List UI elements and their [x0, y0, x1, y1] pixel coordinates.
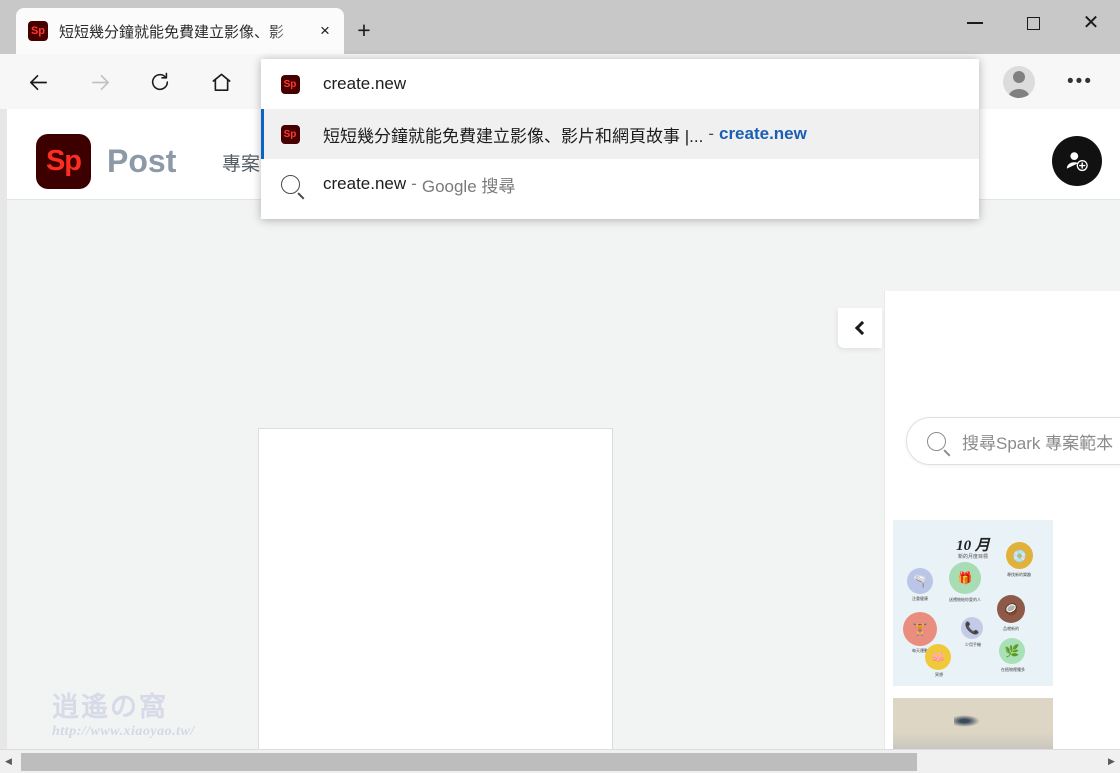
- forward-arrow-icon: [91, 74, 109, 90]
- tab-title: 短短幾分鐘就能免費建立影像、影: [59, 23, 285, 41]
- suggestion-item[interactable]: Sp create.new: [261, 59, 979, 109]
- back-arrow-icon: [29, 74, 47, 90]
- design-canvas[interactable]: Sp Adobe Spark: [258, 428, 613, 749]
- vertical-scrollbar-edge[interactable]: [0, 109, 7, 749]
- profile-avatar-icon: [1003, 66, 1035, 98]
- suggestion-text: create.new: [323, 74, 407, 93]
- new-tab-button[interactable]: +: [350, 16, 378, 44]
- reload-icon: [151, 72, 169, 91]
- ellipsis-icon: •••: [1067, 71, 1093, 93]
- icon-label-food: 品嚐新的: [1003, 626, 1019, 631]
- scroll-left-arrow-icon[interactable]: ◀: [0, 750, 17, 773]
- browser-window: Sp 短短幾分鐘就能免費建立影像、影 × + ✕ ••• Sp Post 專案 …: [0, 0, 1120, 773]
- icon-label-phone: 少用手機: [965, 642, 981, 647]
- minimize-button[interactable]: [946, 0, 1004, 46]
- maximize-button[interactable]: [1004, 0, 1062, 46]
- template-card-black-tea[interactable]: 紅茶 紅茶有對健康有益: [893, 698, 1053, 749]
- scrollbar-thumb[interactable]: [21, 752, 917, 771]
- icon-label-music: 尋找新的樂趣: [1007, 572, 1031, 577]
- suggestion-text: 短短幾分鐘就能免費建立影像、影片和網頁故事 |...: [323, 126, 704, 146]
- browser-profile-button[interactable]: [998, 61, 1040, 103]
- icon-label-gift: 送禮物給你愛的人: [949, 597, 981, 602]
- icon-health: 🫗: [907, 568, 933, 594]
- close-icon: ✕: [1082, 12, 1100, 34]
- add-person-icon: [1066, 152, 1088, 172]
- search-icon: [927, 431, 946, 451]
- suggestion-text: create.new: [323, 174, 407, 193]
- home-button[interactable]: [201, 62, 241, 102]
- icon-gift: 🎁: [949, 562, 981, 594]
- browser-tab[interactable]: Sp 短短幾分鐘就能免費建立影像、影 ×: [16, 8, 344, 54]
- template-card-october-goals[interactable]: 10 月 新的月度目標 🫗 注重健康 🎁 送禮物給你愛的人 💿 尋找新的樂趣 🏋…: [893, 520, 1053, 686]
- scroll-right-arrow-icon[interactable]: ▶: [1103, 750, 1120, 773]
- spark-logo-icon: Sp: [36, 134, 91, 189]
- collapse-panel-button[interactable]: [838, 308, 882, 348]
- suggestion-url: create.new: [718, 124, 807, 143]
- close-window-button[interactable]: ✕: [1062, 0, 1120, 46]
- suggestion-item-search[interactable]: create.new - Google 搜尋: [261, 159, 979, 209]
- suggestion-separator: -: [411, 174, 417, 193]
- template-search-box[interactable]: 搜尋Spark 專案範本: [906, 417, 1120, 465]
- maximize-icon: [1026, 16, 1040, 30]
- spark-favicon-icon: Sp: [279, 123, 301, 145]
- suggestion-separator: -: [708, 124, 714, 143]
- template-panel: 搜尋Spark 專案範本 10 月 新的月度目標 🫗 注重健康 🎁 送禮物給你愛…: [884, 291, 1120, 749]
- forward-button: [80, 62, 120, 102]
- icon-meditation: 🪷: [925, 644, 951, 670]
- minimize-icon: [967, 22, 983, 24]
- spark-badge: Sp: [280, 124, 300, 144]
- icon-exercise: 🏋: [903, 612, 937, 646]
- icon-music: 💿: [1006, 542, 1033, 569]
- icon-phone: 📞: [961, 617, 983, 639]
- title-bar: Sp 短短幾分鐘就能免費建立影像、影 × + ✕: [0, 0, 1120, 54]
- horizontal-scrollbar[interactable]: ◀ ▶: [0, 749, 1120, 773]
- icon-label-health: 注重健康: [912, 596, 928, 601]
- browser-menu-button[interactable]: •••: [1060, 62, 1100, 102]
- template-search-placeholder: 搜尋Spark 專案範本: [962, 433, 1114, 453]
- spark-product-name: Post: [107, 143, 177, 179]
- reload-button[interactable]: [140, 62, 180, 102]
- suggestion-item-selected[interactable]: Sp 短短幾分鐘就能免費建立影像、影片和網頁故事 |... - create.n…: [261, 109, 979, 159]
- spark-favicon-icon: Sp: [279, 73, 301, 95]
- icon-label-meditation: 冥想: [935, 672, 943, 677]
- bird-decoration-icon: [953, 714, 980, 727]
- spark-badge: Sp: [280, 74, 300, 94]
- editor-workspace: Sp Adobe Spark 搜尋Spark 專案範本 10 月 新的月度目標: [0, 200, 1120, 749]
- back-button[interactable]: [18, 62, 58, 102]
- nav-item-projects[interactable]: 專案: [222, 149, 260, 176]
- address-bar-suggestions: Sp create.new Sp 短短幾分鐘就能免費建立影像、影片和網頁故事 |…: [261, 59, 979, 219]
- icon-plant: 🌿: [999, 638, 1025, 664]
- suggestion-engine: Google 搜尋: [421, 176, 516, 196]
- magnifier-glyph: [280, 174, 300, 194]
- invite-collaborator-button[interactable]: [1052, 136, 1102, 186]
- close-tab-icon[interactable]: ×: [312, 18, 338, 44]
- home-icon: [212, 73, 230, 91]
- icon-label-plant: 在植物裡種多: [1001, 667, 1025, 672]
- icon-food: 🥥: [997, 595, 1025, 623]
- spark-favicon-icon: Sp: [28, 21, 48, 41]
- search-icon: [279, 173, 301, 195]
- chevron-left-icon: [854, 320, 869, 336]
- spark-brand[interactable]: Sp Post: [36, 134, 176, 189]
- template-grid: 10 月 新的月度目標 🫗 注重健康 🎁 送禮物給你愛的人 💿 尋找新的樂趣 🏋…: [893, 520, 1120, 749]
